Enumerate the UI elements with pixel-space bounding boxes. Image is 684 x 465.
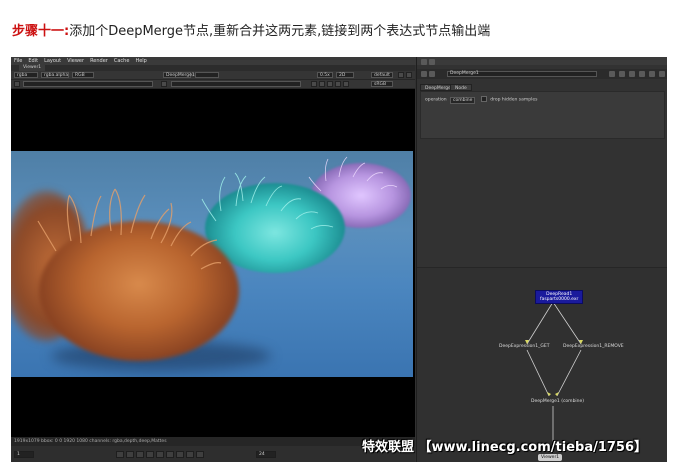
lock-icon[interactable] — [398, 72, 404, 78]
display-select[interactable]: default — [371, 72, 393, 78]
properties-titlebar: DeepMerge1 — [417, 69, 667, 79]
step-title: 步骤十一:添加个DeepMerge节点,重新合并这两元素,链接到两个表达式节点输… — [12, 20, 490, 39]
frame-field[interactable]: 1 — [14, 451, 34, 458]
last-frame-icon[interactable] — [196, 451, 204, 458]
rendered-image — [11, 151, 413, 377]
viewer-toolbar-bottom: sRGB — [11, 80, 415, 89]
prev-key-icon[interactable] — [126, 451, 134, 458]
input-a-select[interactable]: DeepMerge1 — [163, 72, 195, 78]
channels-select[interactable]: rgba — [14, 72, 38, 78]
viewer-canvas[interactable] — [11, 89, 415, 437]
input-b-select[interactable] — [195, 72, 219, 78]
undo-icon[interactable] — [629, 71, 635, 77]
tab-node[interactable]: Node — [450, 84, 472, 91]
menu-edit[interactable]: Edit — [28, 58, 38, 64]
pause-icon[interactable] — [327, 81, 333, 87]
timeline-bar: 1 24 — [11, 446, 415, 462]
first-frame-icon[interactable] — [116, 451, 124, 458]
center-node-icon[interactable] — [619, 71, 625, 77]
properties-panel: operation combine drop hidden samples — [420, 91, 665, 139]
step-text: 添加个DeepMerge节点,重新合并这两元素,链接到两个表达式节点输出端 — [69, 24, 491, 39]
roi-icon[interactable] — [319, 81, 325, 87]
nuke-app-window: File Edit Layout Viewer Render Cache Hel… — [11, 57, 667, 462]
stop-icon[interactable] — [343, 81, 349, 87]
node-deepexpression-remove[interactable]: DeepExpression1_REMOVE — [563, 344, 624, 349]
next-key-icon[interactable] — [186, 451, 194, 458]
close-icon[interactable] — [659, 71, 665, 77]
menu-cache[interactable]: Cache — [114, 58, 130, 64]
watermark: 特效联盟 【www.linecg.com/tieba/1756】 — [362, 440, 648, 455]
proxy-select[interactable]: 2D — [336, 72, 354, 78]
node-graph[interactable]: DeepRead1 fasparts0000.exr DeepExpressio… — [417, 267, 667, 462]
close-node-icon[interactable] — [421, 71, 427, 77]
play-icon[interactable] — [166, 451, 174, 458]
operation-select[interactable]: combine — [450, 96, 476, 104]
colorspace-select[interactable]: RGB — [72, 72, 94, 78]
node-deepread1[interactable]: DeepRead1 fasparts0000.exr — [535, 290, 584, 304]
step-label: 步骤十一: — [12, 24, 70, 39]
collapse-icon[interactable] — [429, 71, 435, 77]
revert-icon[interactable] — [639, 71, 645, 77]
viewer-info-bar: 1919x1079 bbox: 0 0 1920 1080 channels: … — [11, 437, 415, 446]
menu-help[interactable]: Help — [135, 58, 146, 64]
next-frame-icon[interactable] — [176, 451, 184, 458]
menu-render[interactable]: Render — [90, 58, 108, 64]
color-swatch-icon[interactable] — [609, 71, 615, 77]
prev-frame-icon[interactable] — [136, 451, 144, 458]
gain-icon[interactable] — [14, 81, 20, 87]
gain-slider[interactable] — [23, 81, 153, 87]
node-viewer1[interactable]: Viewer1 — [538, 454, 563, 461]
right-panel: DeepMerge1 DeepMerge Node operation comb… — [416, 57, 667, 462]
min-icon[interactable] — [429, 59, 435, 65]
viewer-toolbar-top: rgba rgba.alpha RGB DeepMerge1 0.5x 2D d… — [11, 71, 415, 80]
lock-icon[interactable] — [421, 59, 427, 65]
fps-field[interactable]: 24 — [256, 451, 276, 458]
help-icon[interactable] — [649, 71, 655, 77]
menu-viewer[interactable]: Viewer — [67, 58, 84, 64]
play-back-icon[interactable] — [146, 451, 154, 458]
operation-row: operation combine drop hidden samples — [425, 96, 538, 104]
node-deepread1-file: fasparts0000.exr — [540, 297, 579, 302]
menu-layout[interactable]: Layout — [44, 58, 61, 64]
format-select[interactable]: sRGB — [371, 81, 393, 87]
gamma-icon[interactable] — [161, 81, 167, 87]
zoom-select[interactable]: 0.5x — [317, 72, 333, 78]
fur-strands — [37, 156, 398, 270]
drop-hidden-checkbox[interactable] — [480, 96, 487, 102]
operation-label: operation — [425, 97, 447, 103]
refresh-icon[interactable] — [335, 81, 341, 87]
menu-file[interactable]: File — [14, 58, 22, 64]
node-deepmerge1[interactable]: DeepMerge1 (combine) — [531, 399, 584, 404]
menu-bar: File Edit Layout Viewer Render Cache Hel… — [11, 57, 418, 65]
properties-header — [417, 57, 667, 65]
drop-hidden-label: drop hidden samples — [490, 97, 538, 103]
stop-icon[interactable] — [156, 451, 164, 458]
clip-icon[interactable] — [311, 81, 317, 87]
gamma-slider[interactable] — [171, 81, 301, 87]
alpha-select[interactable]: rgba.alpha — [41, 72, 69, 78]
settings-icon[interactable] — [406, 72, 412, 78]
node-name-field[interactable]: DeepMerge1 — [447, 71, 597, 77]
node-deepexpression-get[interactable]: DeepExpression1_GET — [499, 344, 549, 349]
